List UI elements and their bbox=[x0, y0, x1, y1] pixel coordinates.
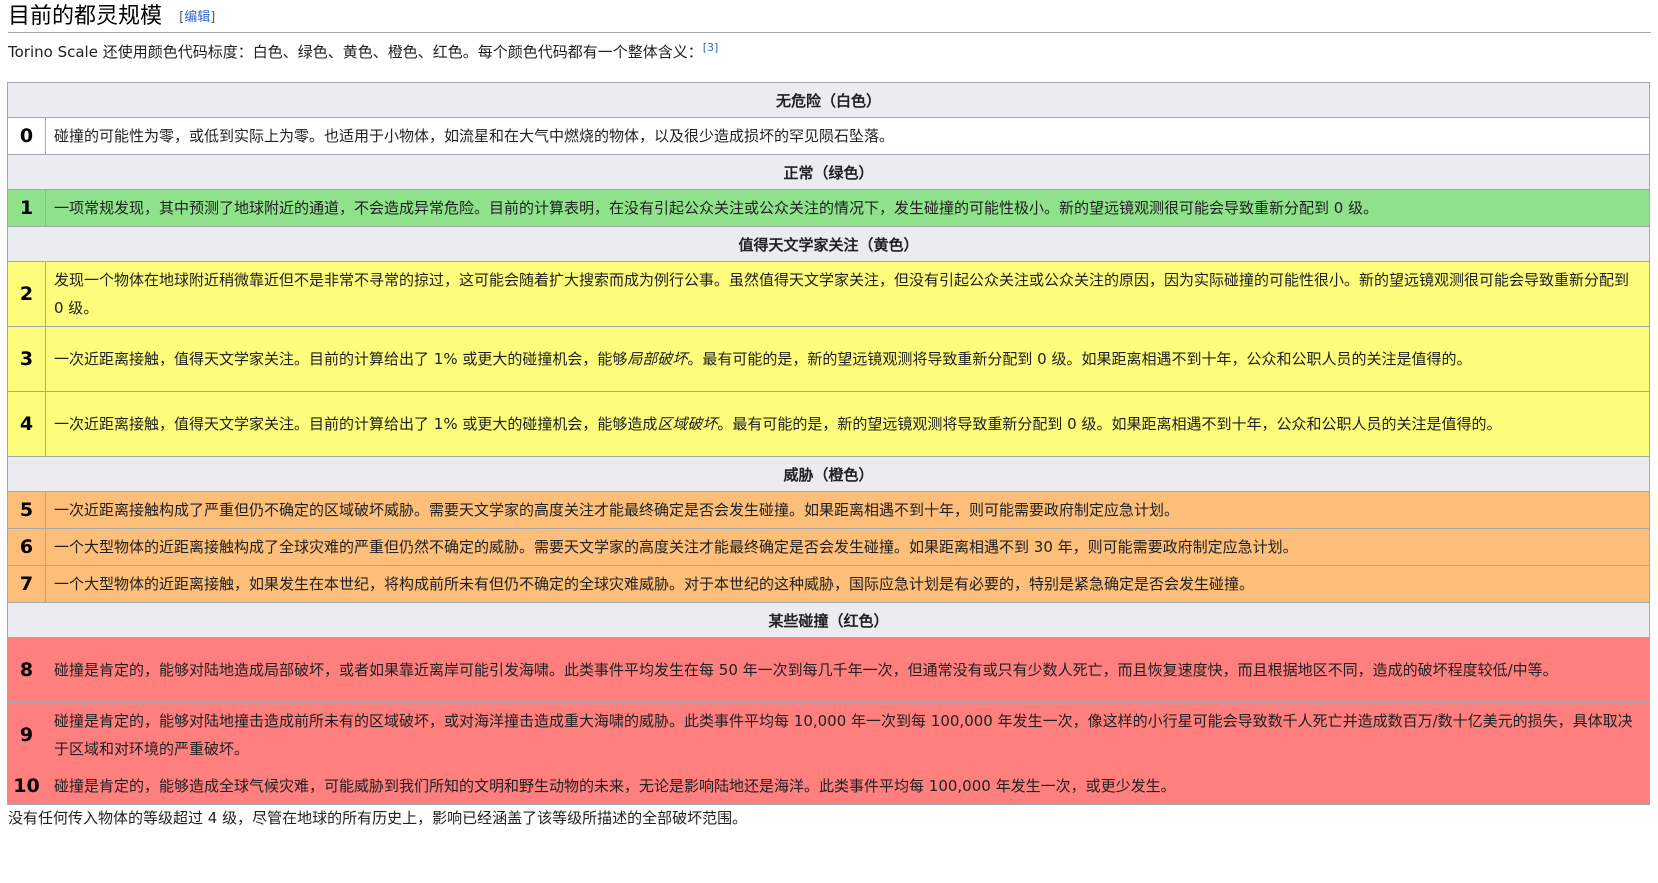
italic-term: 局部破坏 bbox=[627, 350, 688, 368]
category-header: 正常（绿色） bbox=[7, 154, 1650, 190]
level-description: 一次近距离接触，值得天文学家关注。目前的计算给出了 1% 或更大的碰撞机会，能够… bbox=[45, 326, 1650, 392]
description-text: 。最有可能的是，新的望远镜观测将导致重新分配到 0 级。如果距离相遇不到十年，公… bbox=[717, 415, 1502, 433]
level-row: 0 碰撞的可能性为零，或低到实际上为零。也适用于小物体，如流星和在大气中燃烧的物… bbox=[7, 117, 1650, 155]
section-heading: 目前的都灵规模 [编辑] bbox=[8, 2, 1651, 33]
category-row-orange: 威胁（橙色） bbox=[7, 456, 1650, 492]
level-row: 5 一次近距离接触构成了严重但仍不确定的区域破坏威胁。需要天文学家的高度关注才能… bbox=[7, 491, 1650, 529]
level-description: 碰撞是肯定的，能够对陆地撞击造成前所未有的区域破坏，或对海洋撞击造成重大海啸的威… bbox=[45, 702, 1650, 768]
intro-paragraph: Torino Scale 还使用颜色代码标度：白色、绿色、黄色、橙色、红色。每个… bbox=[8, 40, 718, 64]
level-row: 2 发现一个物体在地球附近稍微靠近但不是非常不寻常的掠过，这可能会随着扩大搜索而… bbox=[7, 261, 1650, 327]
level-description: 一项常规发现，其中预测了地球附近的通道，不会造成异常危险。目前的计算表明，在没有… bbox=[45, 189, 1650, 227]
level-number: 4 bbox=[7, 391, 46, 457]
description-text: 一次近距离接触，值得天文学家关注。目前的计算给出了 1% 或更大的碰撞机会，能够… bbox=[54, 415, 658, 433]
level-number: 3 bbox=[7, 326, 46, 392]
level-row: 8 碰撞是肯定的，能够对陆地造成局部破坏，或者如果靠近离岸可能引发海啸。此类事件… bbox=[7, 637, 1650, 703]
edit-link[interactable]: 编辑 bbox=[184, 10, 210, 25]
level-description: 碰撞是肯定的，能够对陆地造成局部破坏，或者如果靠近离岸可能引发海啸。此类事件平均… bbox=[45, 637, 1650, 703]
level-description: 一个大型物体的近距离接触构成了全球灾难的严重但仍然不确定的威胁。需要天文学家的高… bbox=[45, 528, 1650, 566]
level-number: 10 bbox=[7, 767, 46, 805]
torino-scale-table: 无危险（白色） 0 碰撞的可能性为零，或低到实际上为零。也适用于小物体，如流星和… bbox=[7, 82, 1650, 805]
level-number: 2 bbox=[7, 261, 46, 327]
edit-bracket-close: ] bbox=[210, 10, 216, 25]
level-number: 9 bbox=[7, 702, 46, 768]
level-description: 一个大型物体的近距离接触，如果发生在本世纪，将构成前所未有但仍不确定的全球灾难威… bbox=[45, 565, 1650, 603]
level-row: 4 一次近距离接触，值得天文学家关注。目前的计算给出了 1% 或更大的碰撞机会，… bbox=[7, 391, 1650, 457]
description-text: 一次近距离接触，值得天文学家关注。目前的计算给出了 1% 或更大的碰撞机会，能够 bbox=[54, 350, 628, 368]
level-row: 10 碰撞是肯定的，能够造成全球气候灾难，可能威胁到我们所知的文明和野生动物的未… bbox=[7, 767, 1650, 805]
category-row-green: 正常（绿色） bbox=[7, 154, 1650, 190]
category-row-yellow: 值得天文学家关注（黄色） bbox=[7, 226, 1650, 262]
reference-link[interactable]: [3] bbox=[703, 41, 719, 54]
level-description: 一次近距离接触构成了严重但仍不确定的区域破坏威胁。需要天文学家的高度关注才能最终… bbox=[45, 491, 1650, 529]
level-description: 发现一个物体在地球附近稍微靠近但不是非常不寻常的掠过，这可能会随着扩大搜索而成为… bbox=[45, 261, 1650, 327]
level-number: 7 bbox=[7, 565, 46, 603]
category-row-white: 无危险（白色） bbox=[7, 82, 1650, 118]
level-row: 9 碰撞是肯定的，能够对陆地撞击造成前所未有的区域破坏，或对海洋撞击造成重大海啸… bbox=[7, 702, 1650, 768]
description-text: 。最有可能的是，新的望远镜观测将导致重新分配到 0 级。如果距离相遇不到十年，公… bbox=[687, 350, 1472, 368]
level-number: 0 bbox=[7, 117, 46, 155]
footer-paragraph: 没有任何传入物体的等级超过 4 级，尽管在地球的所有历史上，影响已经涵盖了该等级… bbox=[8, 809, 748, 827]
italic-term: 区域破坏 bbox=[657, 415, 718, 433]
category-header: 值得天文学家关注（黄色） bbox=[7, 226, 1650, 262]
level-number: 5 bbox=[7, 491, 46, 529]
level-number: 8 bbox=[7, 637, 46, 703]
level-row: 7 一个大型物体的近距离接触，如果发生在本世纪，将构成前所未有但仍不确定的全球灾… bbox=[7, 565, 1650, 603]
category-header: 某些碰撞（红色） bbox=[7, 602, 1650, 638]
level-number: 1 bbox=[7, 189, 46, 227]
edit-section: [编辑] bbox=[179, 10, 215, 25]
level-number: 6 bbox=[7, 528, 46, 566]
section-title: 目前的都灵规模 bbox=[8, 4, 163, 29]
category-header: 威胁（橙色） bbox=[7, 456, 1650, 492]
category-row-red: 某些碰撞（红色） bbox=[7, 602, 1650, 638]
level-row: 1 一项常规发现，其中预测了地球附近的通道，不会造成异常危险。目前的计算表明，在… bbox=[7, 189, 1650, 227]
level-row: 3 一次近距离接触，值得天文学家关注。目前的计算给出了 1% 或更大的碰撞机会，… bbox=[7, 326, 1650, 392]
intro-text: Torino Scale 还使用颜色代码标度：白色、绿色、黄色、橙色、红色。每个… bbox=[8, 43, 703, 61]
category-header: 无危险（白色） bbox=[7, 82, 1650, 118]
level-description: 碰撞的可能性为零，或低到实际上为零。也适用于小物体，如流星和在大气中燃烧的物体，… bbox=[45, 117, 1650, 155]
level-description: 一次近距离接触，值得天文学家关注。目前的计算给出了 1% 或更大的碰撞机会，能够… bbox=[45, 391, 1650, 457]
level-description: 碰撞是肯定的，能够造成全球气候灾难，可能威胁到我们所知的文明和野生动物的未来，无… bbox=[45, 767, 1650, 805]
level-row: 6 一个大型物体的近距离接触构成了全球灾难的严重但仍然不确定的威胁。需要天文学家… bbox=[7, 528, 1650, 566]
